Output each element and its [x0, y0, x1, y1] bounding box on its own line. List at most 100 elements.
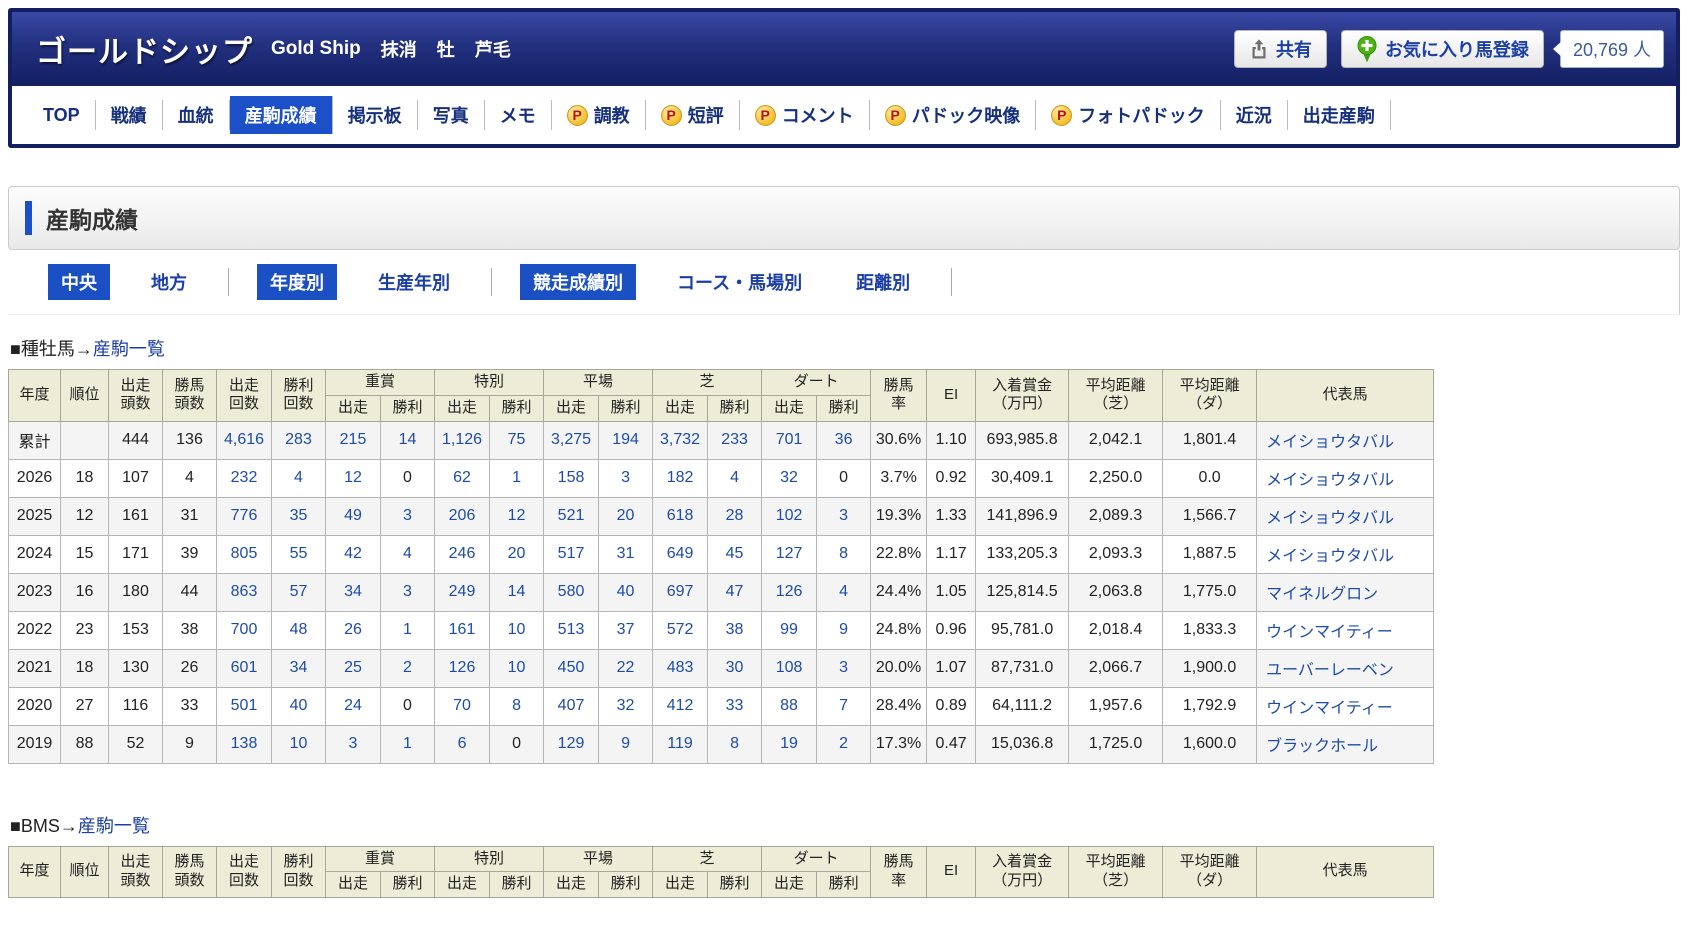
stat-link[interactable]: 57: [290, 583, 308, 600]
bms-offspring-list-link[interactable]: 産駒一覧: [78, 816, 150, 836]
sire-offspring-list-link[interactable]: 産駒一覧: [93, 339, 165, 359]
stat-link[interactable]: 10: [290, 735, 308, 752]
representative-horse-link[interactable]: メイショウタバル: [1266, 510, 1394, 527]
stat-link[interactable]: 62: [453, 469, 471, 486]
stat-link[interactable]: 19: [780, 735, 798, 752]
subtab-生産年別[interactable]: 生産年別: [365, 264, 463, 300]
stat-link[interactable]: 126: [776, 583, 803, 600]
stat-link[interactable]: 513: [558, 621, 585, 638]
subtab-競走成績別[interactable]: 競走成績別: [520, 264, 636, 300]
stat-link[interactable]: 4: [839, 583, 848, 600]
stat-link[interactable]: 138: [231, 735, 258, 752]
stat-link[interactable]: 3: [349, 735, 358, 752]
stat-link[interactable]: 412: [667, 697, 694, 714]
stat-link[interactable]: 99: [780, 621, 798, 638]
stat-link[interactable]: 102: [776, 507, 803, 524]
stat-link[interactable]: 14: [508, 583, 526, 600]
stat-link[interactable]: 4: [294, 469, 303, 486]
stat-link[interactable]: 10: [508, 621, 526, 638]
nav-tab-出走産駒[interactable]: 出走産駒: [1288, 100, 1391, 130]
stat-link[interactable]: 407: [558, 697, 585, 714]
stat-link[interactable]: 215: [340, 431, 367, 448]
stat-link[interactable]: 34: [344, 583, 362, 600]
nav-tab-コメント[interactable]: Pコメント: [740, 100, 870, 130]
stat-link[interactable]: 776: [231, 507, 258, 524]
stat-link[interactable]: 108: [776, 659, 803, 676]
stat-link[interactable]: 521: [558, 507, 585, 524]
representative-horse-link[interactable]: ウインマイティー: [1266, 700, 1393, 717]
stat-link[interactable]: 25: [344, 659, 362, 676]
stat-link[interactable]: 649: [667, 545, 694, 562]
stat-link[interactable]: 40: [617, 583, 635, 600]
stat-link[interactable]: 1: [403, 735, 412, 752]
stat-link[interactable]: 88: [780, 697, 798, 714]
stat-link[interactable]: 31: [617, 545, 635, 562]
stat-link[interactable]: 517: [558, 545, 585, 562]
stat-link[interactable]: 182: [667, 469, 694, 486]
stat-link[interactable]: 3: [839, 659, 848, 676]
stat-link[interactable]: 3: [839, 507, 848, 524]
stat-link[interactable]: 249: [449, 583, 476, 600]
favorite-register-button[interactable]: お気に入り馬登録: [1341, 30, 1544, 68]
stat-link[interactable]: 26: [344, 621, 362, 638]
stat-link[interactable]: 127: [776, 545, 803, 562]
representative-horse-link[interactable]: ブラックホール: [1266, 738, 1378, 755]
stat-link[interactable]: 75: [508, 431, 526, 448]
stat-link[interactable]: 233: [721, 431, 748, 448]
stat-link[interactable]: 40: [290, 697, 308, 714]
stat-link[interactable]: 55: [290, 545, 308, 562]
stat-link[interactable]: 126: [449, 659, 476, 676]
stat-link[interactable]: 3: [621, 469, 630, 486]
representative-horse-link[interactable]: メイショウタバル: [1266, 548, 1394, 565]
stat-link[interactable]: 49: [344, 507, 362, 524]
stat-link[interactable]: 9: [621, 735, 630, 752]
stat-link[interactable]: 32: [617, 697, 635, 714]
stat-link[interactable]: 9: [839, 621, 848, 638]
stat-link[interactable]: 42: [344, 545, 362, 562]
stat-link[interactable]: 3,732: [660, 431, 700, 448]
stat-link[interactable]: 700: [231, 621, 258, 638]
stat-link[interactable]: 194: [612, 431, 639, 448]
stat-link[interactable]: 8: [839, 545, 848, 562]
stat-link[interactable]: 1: [512, 469, 521, 486]
nav-tab-戦績[interactable]: 戦績: [96, 100, 163, 130]
stat-link[interactable]: 129: [558, 735, 585, 752]
stat-link[interactable]: 37: [617, 621, 635, 638]
stat-link[interactable]: 701: [776, 431, 803, 448]
stat-link[interactable]: 232: [231, 469, 258, 486]
stat-link[interactable]: 22: [617, 659, 635, 676]
stat-link[interactable]: 697: [667, 583, 694, 600]
stat-link[interactable]: 501: [231, 697, 258, 714]
representative-horse-link[interactable]: ウインマイティー: [1266, 624, 1393, 641]
stat-link[interactable]: 6: [458, 735, 467, 752]
stat-link[interactable]: 206: [449, 507, 476, 524]
stat-link[interactable]: 12: [344, 469, 362, 486]
stat-link[interactable]: 161: [449, 621, 476, 638]
stat-link[interactable]: 618: [667, 507, 694, 524]
stat-link[interactable]: 601: [231, 659, 258, 676]
stat-link[interactable]: 3: [403, 583, 412, 600]
stat-link[interactable]: 4: [403, 545, 412, 562]
stat-link[interactable]: 2: [403, 659, 412, 676]
nav-tab-掲示板[interactable]: 掲示板: [333, 100, 418, 130]
nav-tab-産駒成績[interactable]: 産駒成績: [230, 96, 333, 134]
stat-link[interactable]: 8: [730, 735, 739, 752]
stat-link[interactable]: 4: [730, 469, 739, 486]
stat-link[interactable]: 28: [726, 507, 744, 524]
stat-link[interactable]: 1: [403, 621, 412, 638]
stat-link[interactable]: 20: [617, 507, 635, 524]
stat-link[interactable]: 2: [839, 735, 848, 752]
stat-link[interactable]: 158: [558, 469, 585, 486]
stat-link[interactable]: 483: [667, 659, 694, 676]
stat-link[interactable]: 34: [290, 659, 308, 676]
stat-link[interactable]: 10: [508, 659, 526, 676]
stat-link[interactable]: 572: [667, 621, 694, 638]
stat-link[interactable]: 12: [508, 507, 526, 524]
stat-link[interactable]: 3,275: [551, 431, 591, 448]
stat-link[interactable]: 45: [726, 545, 744, 562]
nav-tab-調教[interactable]: P調教: [552, 100, 646, 130]
nav-tab-近況[interactable]: 近況: [1221, 100, 1288, 130]
nav-tab-メモ[interactable]: メモ: [485, 100, 552, 130]
subtab-年度別[interactable]: 年度別: [257, 264, 337, 300]
stat-link[interactable]: 33: [726, 697, 744, 714]
